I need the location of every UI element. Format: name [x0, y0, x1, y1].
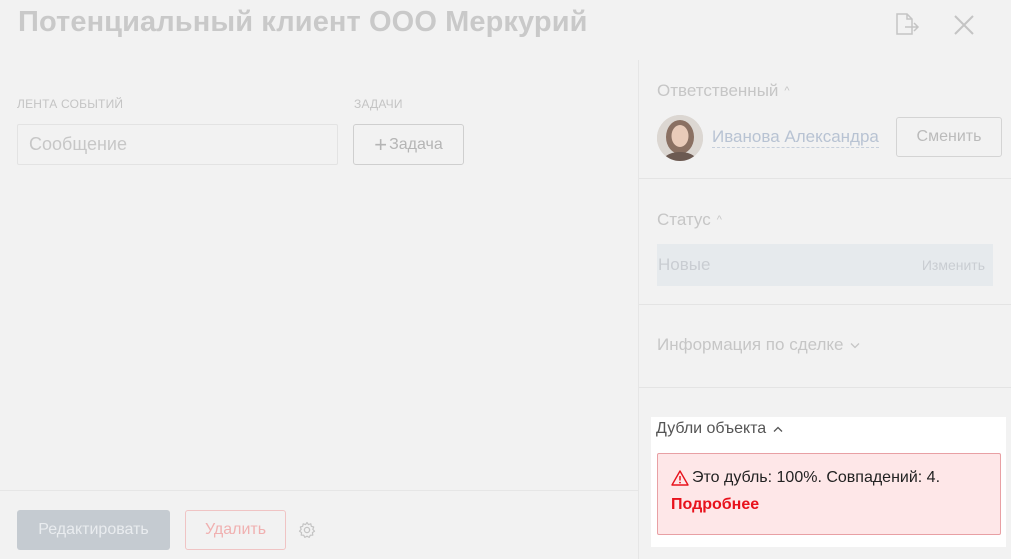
add-task-button[interactable]: + Задача: [353, 124, 464, 165]
warning-icon: [671, 470, 689, 486]
status-heading[interactable]: Статус ^: [657, 210, 722, 230]
status-box: Новые Изменить: [657, 244, 993, 286]
responsible-person-link[interactable]: Иванова Александра: [712, 127, 879, 148]
duplicate-alert-line: Это дубль: 100%. Совпадений: 4.: [671, 469, 988, 487]
duplicates-panel: Дубли объекта Это дубль: 100%. Совпадени…: [651, 417, 1006, 547]
chevron-up-icon: [773, 426, 783, 432]
add-task-label: Задача: [389, 135, 443, 153]
header: Потенциальный клиент ООО Меркурий: [0, 0, 1011, 60]
status-heading-label: Статус: [657, 210, 711, 229]
status-value: Новые: [658, 255, 711, 274]
divider: [639, 178, 1011, 179]
page-title: Потенциальный клиент ООО Меркурий: [18, 6, 588, 38]
close-icon[interactable]: [951, 12, 977, 38]
message-input[interactable]: [17, 124, 338, 165]
duplicate-details-link[interactable]: Подробнее: [671, 496, 988, 514]
avatar: [657, 115, 703, 161]
duplicates-heading[interactable]: Дубли объекта: [656, 420, 783, 438]
divider: [639, 304, 1011, 305]
deal-info-heading[interactable]: Информация по сделке: [657, 335, 860, 355]
export-icon[interactable]: [894, 12, 920, 36]
chevron-down-icon: [850, 342, 859, 348]
change-responsible-button[interactable]: Сменить: [896, 117, 1002, 157]
event-feed-panel: ЛЕНТА СОБЫТИЙ ЗАДАЧИ + Задача Редактиров…: [0, 60, 638, 559]
deal-info-heading-label: Информация по сделке: [657, 335, 844, 354]
chevron-up-icon: ^: [784, 85, 790, 97]
duplicate-alert: Это дубль: 100%. Совпадений: 4. Подробне…: [657, 453, 1001, 535]
settings-icon[interactable]: [298, 521, 316, 539]
divider: [639, 387, 1011, 388]
change-status-button[interactable]: Изменить: [922, 257, 985, 273]
feed-label: ЛЕНТА СОБЫТИЙ: [17, 97, 124, 111]
edit-button[interactable]: Редактировать: [17, 510, 170, 550]
footer-actions: Редактировать Удалить: [0, 490, 638, 559]
duplicates-heading-label: Дубли объекта: [656, 420, 767, 437]
duplicate-alert-text: Это дубль: 100%. Совпадений: 4.: [692, 469, 941, 486]
responsible-heading-label: Ответственный: [657, 81, 779, 100]
chevron-up-icon: ^: [716, 214, 722, 226]
plus-icon: +: [374, 131, 388, 157]
delete-button[interactable]: Удалить: [185, 510, 286, 550]
tasks-label: ЗАДАЧИ: [354, 97, 403, 111]
responsible-heading[interactable]: Ответственный ^: [657, 81, 790, 101]
